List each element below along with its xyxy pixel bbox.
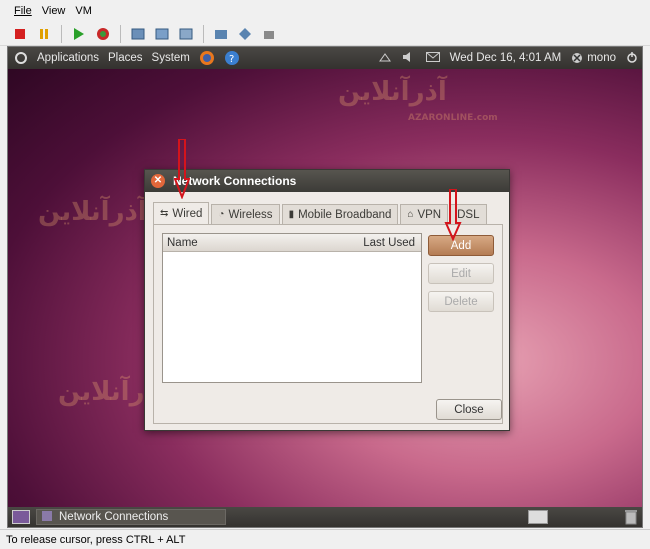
tab-wired[interactable]: ⇆ Wired xyxy=(153,202,210,224)
applications-menu[interactable]: Applications xyxy=(37,52,99,64)
tab-vpn[interactable]: ⌂ VPN xyxy=(400,204,449,224)
panel-indicators: Wed Dec 16, 4:01 AM mono xyxy=(378,51,638,66)
unity-icon[interactable] xyxy=(235,24,255,44)
ubuntu-logo-icon[interactable] xyxy=(14,51,28,65)
user-status-icon xyxy=(572,53,583,63)
tab-bar: ⇆ Wired ◔ Wireless ▮ Mobile Broadband ⌂ … xyxy=(153,202,487,224)
lock-icon: ⌂ xyxy=(407,209,414,220)
host-menubar: File View VM xyxy=(0,0,650,22)
mail-icon[interactable] xyxy=(425,51,440,65)
power-icon[interactable] xyxy=(626,51,638,66)
wired-tab-panel: Name Last Used Add Edit Delete Close xyxy=(153,224,503,424)
tab-label: Wired xyxy=(172,207,203,220)
tab-label: VPN xyxy=(417,208,442,221)
play-icon[interactable] xyxy=(69,24,89,44)
pointer-arrow-add xyxy=(444,189,462,241)
stop-icon[interactable] xyxy=(10,24,30,44)
svg-text:?: ? xyxy=(229,54,234,65)
close-button[interactable]: Close xyxy=(436,399,502,420)
edit-button[interactable]: Edit xyxy=(428,263,494,284)
delete-button[interactable]: Delete xyxy=(428,291,494,312)
user-name: mono xyxy=(587,52,616,64)
network-connections-icon xyxy=(41,510,53,525)
column-name[interactable]: Name xyxy=(167,237,198,249)
user-menu[interactable]: mono xyxy=(571,52,616,64)
wireless-icon: ◔ xyxy=(218,209,225,220)
host-toolbar xyxy=(0,22,650,46)
places-menu[interactable]: Places xyxy=(108,52,143,64)
network-icon[interactable] xyxy=(378,51,392,66)
tab-label: Wireless xyxy=(228,208,273,221)
workspace-switcher[interactable] xyxy=(528,510,548,524)
taskbar-label: Network Connections xyxy=(59,511,169,523)
tab-wireless[interactable]: ◔ Wireless xyxy=(211,204,280,224)
clock[interactable]: Wed Dec 16, 4:01 AM xyxy=(450,52,562,64)
snapshot-icon[interactable] xyxy=(128,24,148,44)
pause-icon[interactable] xyxy=(34,24,54,44)
dialog-title: Network Connections xyxy=(173,174,297,188)
list-header: Name Last Used xyxy=(163,234,421,252)
system-menu[interactable]: System xyxy=(152,52,190,64)
snapshot-restore-icon[interactable] xyxy=(152,24,172,44)
toolbar-separator xyxy=(61,24,62,43)
volume-icon[interactable] xyxy=(402,51,416,66)
vm-display[interactable]: آذرآنلاین AZARONLINE.com آذرآنلاین آذرآن… xyxy=(7,46,643,528)
toolbar-separator xyxy=(203,24,204,43)
pointer-arrow-wired xyxy=(174,139,190,199)
connection-list[interactable]: Name Last Used xyxy=(162,233,422,383)
gnome-top-panel: Applications Places System ? Wed Dec 16,… xyxy=(8,47,642,69)
close-icon[interactable]: ✕ xyxy=(151,174,165,188)
snapshot-manager-icon[interactable] xyxy=(176,24,196,44)
tab-mobile-broadband[interactable]: ▮ Mobile Broadband xyxy=(281,204,399,224)
fullscreen-icon[interactable] xyxy=(211,24,231,44)
reset-icon[interactable] xyxy=(93,24,113,44)
status-text: To release cursor, press CTRL + ALT xyxy=(6,533,186,546)
tab-label: Mobile Broadband xyxy=(298,208,392,221)
show-desktop-icon[interactable] xyxy=(12,510,30,527)
host-status-bar: To release cursor, press CTRL + ALT xyxy=(0,529,650,549)
help-icon[interactable]: ? xyxy=(224,50,240,66)
column-last-used[interactable]: Last Used xyxy=(363,237,415,249)
menu-view[interactable]: View xyxy=(42,5,66,17)
taskbar-network-connections[interactable]: Network Connections xyxy=(36,509,226,525)
menu-vm[interactable]: VM xyxy=(75,5,92,17)
settings-icon[interactable] xyxy=(259,24,279,44)
wired-network-icon: ⇆ xyxy=(160,208,169,219)
firefox-icon[interactable] xyxy=(199,50,215,66)
trash-icon[interactable] xyxy=(624,509,638,527)
gnome-bottom-panel: Network Connections xyxy=(8,507,642,527)
toolbar-separator xyxy=(120,24,121,43)
menu-file[interactable]: File xyxy=(14,5,32,17)
signal-bars-icon: ▮ xyxy=(288,209,295,220)
